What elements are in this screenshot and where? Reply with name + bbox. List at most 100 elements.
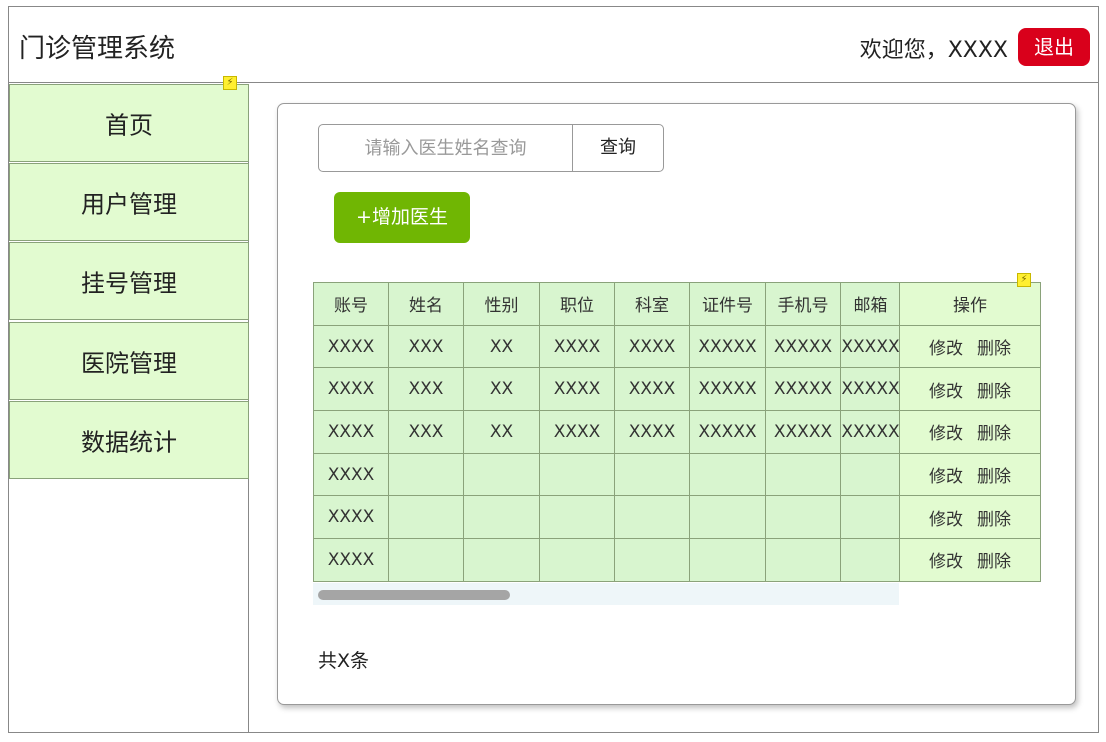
cell-id-number: XXXXX (689, 410, 766, 454)
cell-position (539, 538, 615, 582)
cell-name (388, 538, 464, 582)
cell-department: XXXX (614, 324, 690, 369)
table-row: 修改 删除 (899, 538, 1041, 582)
cell-gender: XX (463, 410, 540, 454)
delete-link[interactable]: 删除 (977, 334, 1011, 359)
cell-account: XXXX (313, 495, 389, 540)
cell-position: XXXX (539, 410, 615, 454)
column-header-account: 账号 (313, 282, 389, 326)
cell-position: XXXX (539, 367, 615, 412)
table-row: XXXX (313, 452, 901, 497)
cell-email (840, 452, 901, 497)
table-row: 修改 删除 (899, 452, 1041, 497)
sidebar-item-home[interactable]: 首页 (9, 84, 249, 162)
search-input[interactable] (319, 125, 572, 171)
sidebar-item-registration[interactable]: 挂号管理 (9, 242, 249, 320)
cell-id-number: XXXXX (689, 367, 766, 412)
cell-gender (463, 495, 540, 540)
cell-email: XXXXX (840, 324, 901, 369)
table-header-row: 账号 姓名 性别 职位 科室 证件号 手机号 邮箱 (313, 282, 901, 326)
cell-account: XXXX (313, 538, 389, 582)
cell-phone (765, 538, 841, 582)
add-doctor-button[interactable]: +增加医生 (334, 192, 470, 243)
edit-link[interactable]: 修改 (929, 547, 963, 572)
logout-button[interactable]: 退出 (1018, 28, 1090, 66)
cell-position (539, 452, 615, 497)
table-header-row: 操作 (899, 282, 1041, 326)
cell-phone (765, 452, 841, 497)
cell-operations: 修改 删除 (899, 495, 1041, 540)
table-row: XXXX XXX XX XXXX XXXX XXXXX XXXXX XXXXX (313, 410, 901, 454)
table-row: XXXX (313, 538, 901, 582)
cell-account: XXXX (313, 367, 389, 412)
sidebar-item-users[interactable]: 用户管理 (9, 163, 249, 241)
cell-department (614, 538, 690, 582)
cell-name: XXX (388, 410, 464, 454)
cell-department: XXXX (614, 410, 690, 454)
cell-id-number: XXXXX (689, 324, 766, 369)
cell-name: XXX (388, 367, 464, 412)
cell-phone (765, 495, 841, 540)
table-row: 修改 删除 (899, 324, 1041, 369)
delete-link[interactable]: 删除 (977, 547, 1011, 572)
column-header-id-number: 证件号 (689, 282, 766, 326)
sidebar-item-hospital[interactable]: 医院管理 (9, 322, 249, 400)
search-button[interactable]: 查询 (572, 125, 663, 171)
delete-link[interactable]: 删除 (977, 377, 1011, 402)
cell-name (388, 452, 464, 497)
cell-phone: XXXXX (765, 324, 841, 369)
welcome-text: 欢迎您，XXXX (859, 38, 1008, 63)
cell-department (614, 495, 690, 540)
cell-email: XXXXX (840, 367, 901, 412)
cell-account: XXXX (313, 324, 389, 369)
delete-link[interactable]: 删除 (977, 505, 1011, 530)
sidebar-item-label: 医院管理 (81, 349, 177, 378)
cell-position: XXXX (539, 324, 615, 369)
lightning-bolt-icon: ⚡ (223, 76, 237, 90)
cell-operations: 修改 删除 (899, 324, 1041, 369)
cell-account: XXXX (313, 410, 389, 454)
scrollbar-thumb[interactable] (318, 590, 510, 600)
delete-link[interactable]: 删除 (977, 462, 1011, 487)
cell-email: XXXXX (840, 410, 901, 454)
cell-name: XXX (388, 324, 464, 369)
sidebar-item-statistics[interactable]: 数据统计 (9, 401, 249, 479)
cell-department (614, 452, 690, 497)
edit-link[interactable]: 修改 (929, 419, 963, 444)
cell-gender (463, 538, 540, 582)
cell-account: XXXX (313, 452, 389, 497)
edit-link[interactable]: 修改 (929, 334, 963, 359)
sidebar: 首页 用户管理 挂号管理 医院管理 数据统计 ⚡ (9, 76, 249, 733)
cell-email (840, 495, 901, 540)
edit-link[interactable]: 修改 (929, 462, 963, 487)
cell-phone: XXXXX (765, 367, 841, 412)
lightning-bolt-icon: ⚡ (1017, 273, 1031, 287)
sidebar-item-label: 数据统计 (81, 428, 177, 457)
app-title: 门诊管理系统 (19, 34, 176, 64)
edit-link[interactable]: 修改 (929, 377, 963, 402)
column-header-operations: 操作 (899, 282, 1041, 326)
column-header-position: 职位 (539, 282, 615, 326)
table-row: 修改 删除 (899, 367, 1041, 412)
cell-name (388, 495, 464, 540)
cell-operations: 修改 删除 (899, 538, 1041, 582)
cell-department: XXXX (614, 367, 690, 412)
sidebar-item-label: 用户管理 (81, 190, 177, 219)
horizontal-scrollbar[interactable] (313, 583, 899, 605)
operations-column: 操作 修改 删除 修改 删除 修改 删除 修改 删除 修改 删除 修改 删除 (899, 282, 1041, 582)
cell-operations: 修改 删除 (899, 452, 1041, 497)
cell-id-number (689, 538, 766, 582)
edit-link[interactable]: 修改 (929, 505, 963, 530)
table-row: 修改 删除 (899, 495, 1041, 540)
cell-phone: XXXXX (765, 410, 841, 454)
cell-id-number (689, 495, 766, 540)
doctor-list-panel: 查询 +增加医生 账号姓名性别职位科室证件号手机号邮箱XXXXXXXXXXXXX… (277, 103, 1076, 705)
column-header-phone: 手机号 (765, 282, 841, 326)
header-bar: 门诊管理系统 欢迎您，XXXX 退出 (9, 7, 1098, 83)
table-row: XXXX XXX XX XXXX XXXX XXXXX XXXXX XXXXX (313, 324, 901, 369)
sidebar-item-label: 挂号管理 (81, 269, 177, 298)
column-header-department: 科室 (614, 282, 690, 326)
column-header-email: 邮箱 (840, 282, 901, 326)
delete-link[interactable]: 删除 (977, 419, 1011, 444)
cell-gender: XX (463, 324, 540, 369)
